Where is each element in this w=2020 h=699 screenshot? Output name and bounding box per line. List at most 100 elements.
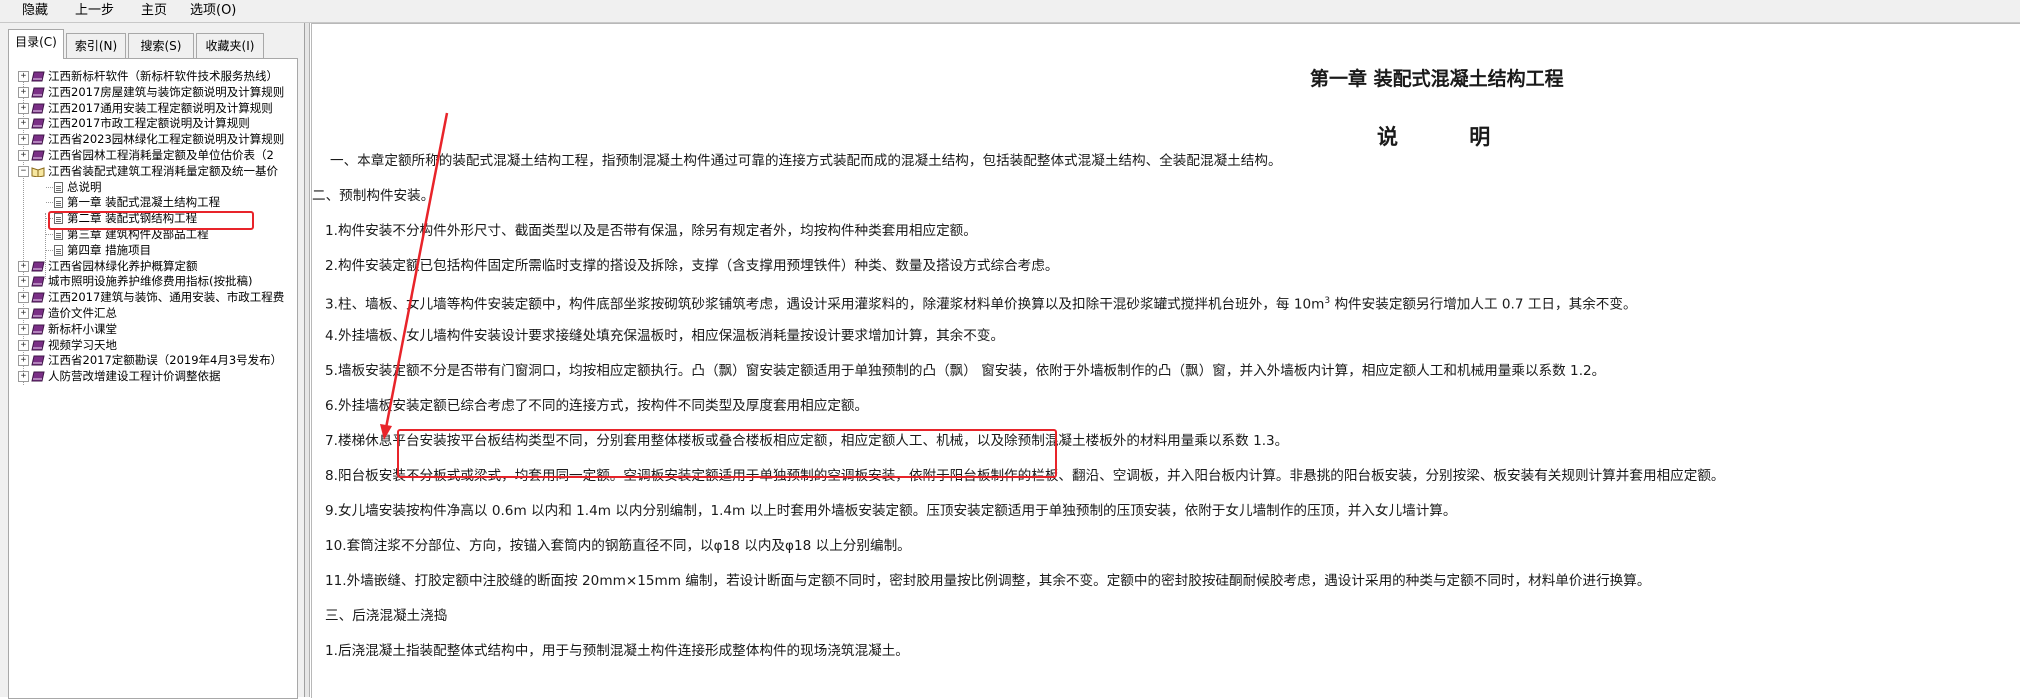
tree-item-label: 江西2017通用安装工程定额说明及计算规则 — [48, 100, 273, 115]
paragraph-15: 1.后浇混凝土指装配整体式结构中，用于与预制混凝土构件连接形成整体构件的现场浇筑… — [325, 643, 909, 659]
book-icon — [31, 71, 45, 82]
book-icon — [31, 371, 45, 382]
page-icon — [54, 244, 63, 256]
page-icon — [54, 197, 63, 209]
tree-item-label: 江西省园林工程消耗量定额及单位估价表（2 — [48, 148, 274, 162]
tree-guide-line — [46, 234, 53, 235]
tree-item-2017-general-installation[interactable]: + 江西2017通用安装工程定额说明及计算规则 — [9, 101, 297, 116]
expand-icon[interactable]: + — [18, 102, 29, 114]
tree-item-label: 江西2017房屋建筑与装饰定额说明及计算规则 — [48, 84, 285, 99]
tree-item-label: 江西省园林绿化养护概算定额 — [48, 258, 198, 273]
expand-icon[interactable]: + — [18, 339, 29, 351]
tree-item-small-classroom[interactable]: + 新标杆小课堂 — [9, 322, 297, 337]
document-view: 第一章 装配式混凝土结构工程 说 明 一、本章定额所称的装配式混凝土结构工程，指… — [311, 23, 2020, 698]
tree-item-chapter-4[interactable]: 第四章 措施项目 — [9, 243, 297, 258]
tree-item-prefab-building[interactable]: − 江西省装配式建筑工程消耗量定额及统一基价 — [9, 164, 297, 179]
tab-index[interactable]: 索引(N) — [66, 33, 126, 58]
expand-icon[interactable]: + — [18, 134, 29, 146]
paragraph-6: 4.外挂墙板、女儿墙构件安装设计要求接缝处填充保温板时，相应保温板消耗量按设计要… — [325, 328, 1005, 344]
paragraph-3: 1.构件安装不分构件外形尺寸、截面类型以及是否带有保温，除另有规定者外，均按构件… — [325, 223, 977, 239]
collapse-icon[interactable]: − — [18, 165, 29, 177]
tree-item-label: 城市照明设施养护维修费用指标(按批稿) — [48, 274, 253, 289]
home-button[interactable]: 主页 — [139, 2, 169, 19]
tree-item-label: 第一章 装配式混凝土结构工程 — [67, 195, 221, 210]
tab-favorites[interactable]: 收藏夹(I) — [196, 33, 264, 58]
tree-item-label: 造价文件汇总 — [48, 306, 117, 320]
toolbar: 隐藏 上一步 主页 选项(O) — [0, 0, 2020, 23]
page-icon — [54, 181, 63, 193]
paragraph-13: 11.外墙嵌缝、打胶定额中注胶缝的断面按 20mm×15mm 编制，若设计断面与… — [325, 573, 1651, 589]
contents-tree: + 江西新标杆软件（新标杆软件技术服务热线） + 江西2017房屋建筑与装饰定额说明及… — [8, 58, 298, 699]
tree-guide-line — [46, 186, 53, 188]
tree-item-2017-fees[interactable]: + 江西2017建筑与装饰、通用安装、市政工程费 — [9, 290, 297, 305]
chapter-title: 第一章 装配式混凝土结构工程 — [1310, 68, 1564, 90]
tab-contents[interactable]: 目录(C) — [8, 29, 64, 59]
tree-item-label: 江西2017建筑与装饰、通用安装、市政工程费 — [48, 290, 285, 305]
book-icon — [31, 324, 45, 335]
paragraph-4: 2.构件安装定额已包括构件固定所需临时支撑的搭设及拆除，支撑（含支撑用预埋铁件）… — [325, 258, 1059, 274]
tree-item-label: 江西2017市政工程定额说明及计算规则 — [48, 116, 250, 131]
book-icon — [31, 150, 45, 161]
book-icon — [31, 355, 45, 366]
tree-item-new-benchmark-software[interactable]: + 江西新标杆软件（新标杆软件技术服务热线） — [9, 69, 297, 84]
tree-item-civil-defense[interactable]: + 人防营改增建设工程计价调整依据 — [9, 369, 297, 384]
paragraph-12: 10.套筒注浆不分部位、方向，按锚入套筒内的钢筋直径不同，以φ18 以内及φ18… — [325, 538, 911, 554]
expand-icon[interactable]: + — [18, 118, 29, 130]
expand-icon[interactable]: + — [18, 71, 29, 82]
tree-item-chapter-1[interactable]: 第一章 装配式混凝土结构工程 — [9, 195, 297, 210]
expand-icon[interactable]: + — [18, 86, 29, 98]
book-icon — [31, 103, 45, 114]
tree-item-landscape-maintenance[interactable]: + 江西省园林绿化养护概算定额 — [9, 259, 297, 274]
book-icon — [31, 134, 45, 145]
highlight-box-paragraph — [397, 429, 1057, 478]
tree-item-label: 人防营改增建设工程计价调整依据 — [48, 369, 221, 384]
tree-item-general-notes[interactable]: 总说明 — [9, 180, 297, 195]
back-button[interactable]: 上一步 — [73, 2, 116, 19]
expand-icon[interactable]: + — [18, 150, 29, 161]
tree-item-2017-municipal[interactable]: + 江西2017市政工程定额说明及计算规则 — [9, 116, 297, 131]
expand-icon[interactable]: + — [18, 260, 29, 272]
expand-icon[interactable]: + — [18, 323, 29, 335]
expand-icon[interactable]: + — [18, 292, 29, 304]
book-icon — [31, 276, 45, 287]
tree-item-label: 新标杆小课堂 — [48, 321, 117, 336]
tree-item-2023-landscaping[interactable]: + 江西省2023园林绿化工程定额说明及计算规则 — [9, 132, 297, 147]
paragraph-5-text-b: 构件安装定额另行增加人工 0.7 工日，其余不变。 — [1330, 296, 1637, 313]
paragraph-5: 3.柱、墙板、女儿墙等构件安装定额中，构件底部坐浆按砌筑砂浆铺筑考虑，遇设计采用… — [325, 291, 1637, 315]
tree-item-label: 江西新标杆软件（新标杆软件技术服务热线） — [48, 69, 278, 83]
paragraph-14: 三、后浇混凝土浇捣 — [325, 608, 448, 624]
tree-item-label: 总说明 — [67, 179, 102, 194]
hide-button[interactable]: 隐藏 — [20, 2, 50, 19]
tree-item-label: 江西省装配式建筑工程消耗量定额及统一基价 — [48, 163, 278, 178]
book-icon — [31, 292, 45, 303]
tree-item-2017-building-decoration[interactable]: + 江西2017房屋建筑与装饰定额说明及计算规则 — [9, 85, 297, 100]
book-icon — [31, 308, 45, 319]
paragraph-11: 9.女儿墙安装按构件净高以 0.6m 以内和 1.4m 以内分别编制，1.4m … — [325, 503, 1457, 519]
tree-item-label: 第四章 措施项目 — [67, 242, 152, 257]
page-icon — [54, 229, 63, 240]
section-subtitle: 说 明 — [1377, 125, 1523, 149]
book-icon — [31, 340, 45, 351]
paragraph-5-text-a: 3.柱、墙板、女儿墙等构件安装定额中，构件底部坐浆按砌筑砂浆铺筑考虑，遇设计采用… — [325, 296, 1325, 313]
expand-icon[interactable]: + — [18, 276, 29, 288]
tree-item-landscape-consumption[interactable]: + 江西省园林工程消耗量定额及单位估价表（2 — [9, 148, 297, 163]
navigation-pane: 目录(C) 索引(N) 搜索(S) 收藏夹(I) + 江西新标杆软件（新标杆软件技… — [0, 23, 305, 699]
book-icon — [31, 118, 45, 129]
paragraph-1: 一、本章定额所称的装配式混凝土结构工程，指预制混凝土构件通过可靠的连接方式装配而… — [330, 153, 1282, 169]
paragraph-7: 5.墙板安装定额不分是否带有门窗洞口，均按相应定额执行。凸（飘）窗安装定额适用于… — [325, 363, 1606, 379]
tree-item-label: 江西省2017定额勘误（2019年4月3号发布） — [48, 353, 283, 368]
book-icon — [31, 261, 45, 272]
expand-icon[interactable]: + — [18, 308, 29, 319]
tree-guide-line — [46, 202, 53, 204]
options-button[interactable]: 选项(O) — [188, 2, 238, 19]
tree-guide-line — [46, 249, 53, 251]
tree-item-2017-errata[interactable]: + 江西省2017定额勘误（2019年4月3号发布） — [9, 353, 297, 368]
tree-item-cost-files[interactable]: + 造价文件汇总 — [9, 306, 297, 321]
tree-item-video-learning[interactable]: + 视频学习天地 — [9, 338, 297, 353]
expand-icon[interactable]: + — [18, 355, 29, 367]
open-book-icon — [31, 166, 45, 178]
expand-icon[interactable]: + — [18, 371, 29, 383]
tree-item-urban-lighting[interactable]: + 城市照明设施养护维修费用指标(按批稿) — [9, 274, 297, 289]
tab-search[interactable]: 搜索(S) — [128, 33, 194, 58]
pane-splitter[interactable] — [305, 23, 310, 697]
